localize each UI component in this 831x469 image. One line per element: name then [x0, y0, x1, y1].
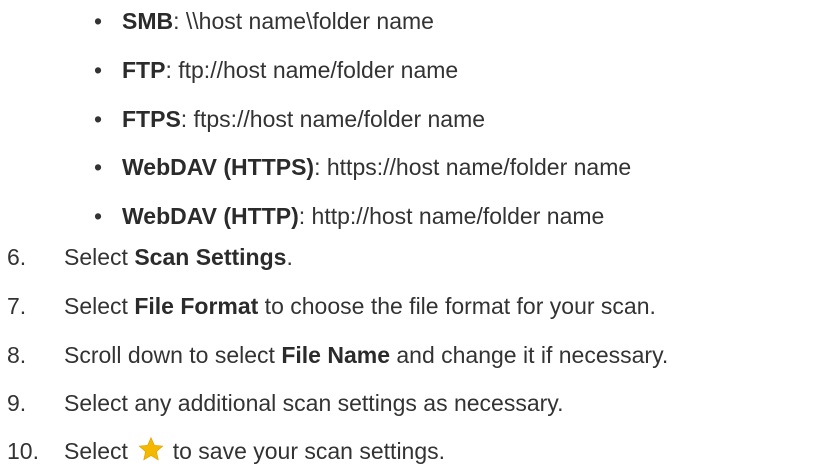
step-text: Select [64, 293, 135, 319]
step-text: Select [64, 438, 135, 464]
step-number: 6. [7, 244, 27, 270]
step-number: 9. [7, 390, 27, 416]
protocol-term: SMB [122, 8, 174, 34]
bullet: • [94, 106, 103, 132]
step-item: 10. Select to save your scan settings. [7, 436, 445, 464]
protocol-term: WebDAV (HTTP) [122, 203, 299, 229]
document-page: • SMB: \\host name\folder name • FTP: ftp:… [0, 0, 831, 469]
step-number: 7. [7, 293, 27, 319]
bullet: • [94, 203, 103, 229]
step-text: . [286, 244, 293, 270]
bullet: • [94, 57, 103, 83]
step-item: 8. Scroll down to select File Name and ch… [7, 341, 668, 369]
step-number: 10. [7, 438, 39, 464]
step-item: 9. Select any additional scan settings as… [7, 389, 563, 417]
step-term: Scan Settings [134, 244, 287, 270]
list-item: • WebDAV (HTTPS): https://host name/folde… [94, 153, 631, 181]
protocol-term: FTP [122, 57, 166, 83]
star-icon [138, 436, 164, 462]
list-item: • FTP: ftp://host name/folder name [94, 56, 458, 84]
list-item: • WebDAV (HTTP): http://host name/folder … [94, 202, 604, 230]
step-item: 6. Select Scan Settings. [7, 243, 293, 271]
bullet: • [94, 154, 103, 180]
protocol-term: WebDAV (HTTPS) [122, 154, 315, 180]
step-text: Scroll down to select [64, 342, 282, 368]
protocol-term: FTPS [122, 106, 181, 132]
step-term: File Name [281, 342, 390, 368]
path-format: : https://host name/folder name [314, 154, 632, 180]
step-item: 7. Select File Format to choose the file … [7, 292, 656, 320]
path-format: : ftp://host name/folder name [165, 57, 459, 83]
path-format: : ftps://host name/folder name [180, 106, 486, 132]
step-term: File Format [134, 293, 259, 319]
step-text: to save your scan settings. [166, 438, 446, 464]
step-text: and change it if necessary. [389, 342, 669, 368]
step-number: 8. [7, 342, 27, 368]
bullet: • [94, 8, 103, 34]
list-item: • SMB: \\host name\folder name [94, 7, 434, 35]
step-text: to choose the file format for your scan. [258, 293, 656, 319]
list-item: • FTPS: ftps://host name/folder name [94, 105, 485, 133]
path-format: : \\host name\folder name [173, 8, 434, 34]
step-text: Select any additional scan settings as n… [64, 390, 564, 416]
path-format: : http://host name/folder name [298, 203, 605, 229]
step-text: Select [64, 244, 135, 270]
